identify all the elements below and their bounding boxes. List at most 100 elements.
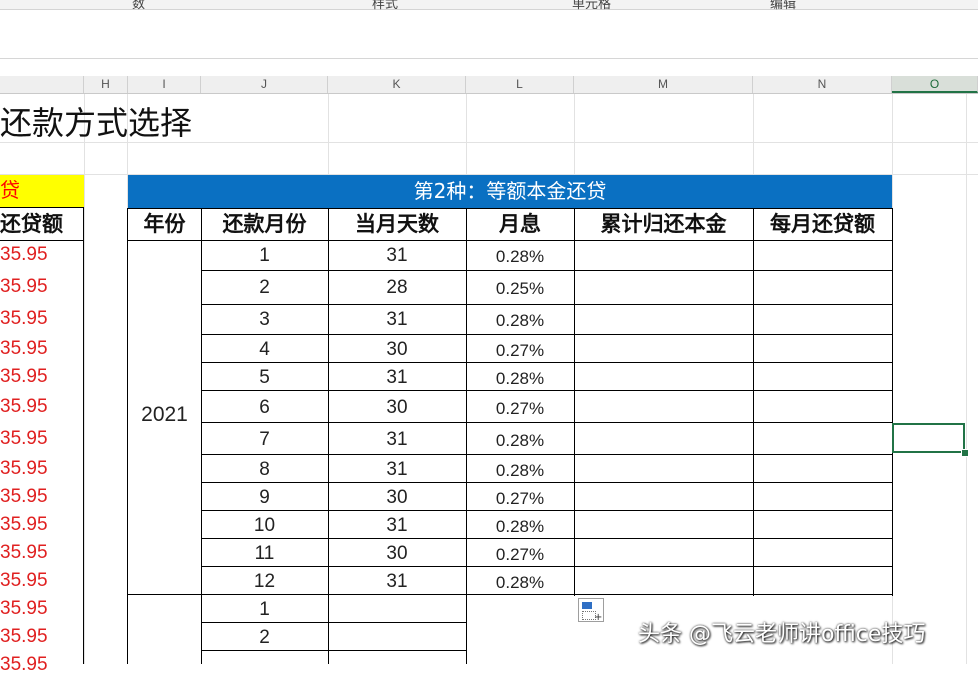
month-cell[interactable]: 3 [201,309,328,331]
left-value-cell[interactable]: 35.95 [0,486,82,508]
column-header-n[interactable]: N [753,76,892,93]
gridline [328,94,329,174]
gridline [753,94,754,174]
border-line [201,566,893,567]
days-cell[interactable]: 31 [328,515,466,537]
rate-cell[interactable]: 0.28% [466,311,574,331]
border-line [201,390,893,391]
left-value-cell[interactable]: 35.95 [0,542,82,564]
clipboard-icon [582,602,592,609]
ribbon-group-labels: 数 样式 单元格 编辑 [0,0,978,12]
month-cell[interactable]: 6 [201,397,328,419]
table-title-banner[interactable]: 第2种：等额本金还贷 [128,175,892,208]
column-header-o[interactable]: O [892,76,978,93]
month-cell[interactable]: 2 [201,627,328,649]
border-line [201,482,893,483]
gridline [84,94,85,664]
header-month[interactable]: 还款月份 [201,208,328,241]
left-value-cell[interactable]: 35.95 [0,276,82,298]
days-cell[interactable]: 30 [328,543,466,565]
month-cell[interactable]: 4 [201,339,328,361]
gridline [966,94,967,664]
formula-bar[interactable] [0,10,978,59]
rate-cell[interactable]: 0.28% [466,247,574,267]
days-cell[interactable]: 31 [328,429,466,451]
rate-cell[interactable]: 0.27% [466,545,574,565]
rate-cell[interactable]: 0.28% [466,431,574,451]
left-value-cell[interactable]: 35.95 [0,366,82,388]
days-cell[interactable]: 30 [328,339,466,361]
gridline [466,94,467,174]
days-cell[interactable]: 31 [328,309,466,331]
days-cell[interactable]: 31 [328,367,466,389]
column-header-bar: H I J K L M N O [0,76,978,94]
column-header-m[interactable]: M [574,76,753,93]
rate-cell[interactable]: 0.28% [466,517,574,537]
border-line [0,240,84,241]
month-cell[interactable]: 5 [201,367,328,389]
header-cumulative-principal[interactable]: 累计归还本金 [574,208,753,241]
rate-cell[interactable]: 0.27% [466,341,574,361]
left-value-cell[interactable]: 35.95 [0,244,82,266]
days-cell[interactable]: 30 [328,397,466,419]
border-line [127,208,128,664]
paste-options-button[interactable]: + [578,598,604,623]
left-value-cell[interactable]: 35.95 [0,514,82,536]
column-header-j[interactable]: J [201,76,328,93]
left-value-cell[interactable]: 35.95 [0,570,82,592]
month-cell[interactable]: 7 [201,429,328,451]
month-cell[interactable]: 1 [201,245,328,267]
rate-cell[interactable]: 0.27% [466,399,574,419]
month-cell[interactable]: 11 [201,543,328,565]
left-value-cell[interactable]: 35.95 [0,338,82,360]
column-header-h[interactable]: H [84,76,128,93]
header-rate[interactable]: 月息 [466,208,574,241]
border-line [127,240,893,241]
header-monthly-payment[interactable]: 每月还贷额 [753,208,892,241]
rate-cell[interactable]: 0.25% [466,279,574,299]
days-cell[interactable]: 31 [328,571,466,593]
column-header-k[interactable]: K [328,76,466,93]
left-value-cell[interactable]: 35.95 [0,626,82,648]
days-cell[interactable]: 31 [328,245,466,267]
header-year[interactable]: 年份 [128,208,201,241]
left-label-cell[interactable]: 贷 [0,175,84,207]
fill-handle[interactable] [961,449,969,457]
left-value-cell[interactable]: 35.95 [0,458,82,480]
left-header-cell[interactable]: 还贷额 [0,208,82,240]
border-line [201,538,893,539]
month-cell[interactable]: 2 [201,277,328,299]
left-value-cell[interactable]: 35.95 [0,598,82,620]
days-cell[interactable]: 30 [328,487,466,509]
border-line [83,207,84,664]
days-cell[interactable]: 28 [328,277,466,299]
month-cell[interactable]: 9 [201,487,328,509]
rate-cell[interactable]: 0.28% [466,369,574,389]
column-header-i[interactable]: I [128,76,201,93]
sheet-title: 还款方式选择 [0,104,193,142]
rate-cell[interactable]: 0.28% [466,461,574,481]
left-value-cell[interactable]: 35.95 [0,428,82,450]
rate-cell[interactable]: 0.27% [466,489,574,509]
rate-cell[interactable]: 0.28% [466,573,574,593]
plus-icon: + [594,612,603,623]
border-line [201,422,893,423]
days-cell[interactable]: 31 [328,459,466,481]
header-days[interactable]: 当月天数 [328,208,466,241]
left-value-cell[interactable]: 35.95 [0,308,82,330]
month-cell[interactable]: 12 [201,571,328,593]
year-cell[interactable]: 2021 [128,403,201,427]
border-line [201,650,466,651]
border-line [127,208,893,209]
column-header-g[interactable] [0,76,84,93]
month-cell[interactable]: 1 [201,599,328,621]
month-cell[interactable]: 10 [201,515,328,537]
left-value-cell[interactable]: 35.95 [0,396,82,418]
border-line [0,207,84,208]
left-value-cell[interactable]: 35.95 [0,654,82,676]
watermark-text: 头条 @飞云老师讲office技巧 [638,622,926,647]
month-cell[interactable]: 8 [201,459,328,481]
border-line [201,510,893,511]
column-header-l[interactable]: L [466,76,574,93]
selected-cell[interactable] [892,423,965,453]
